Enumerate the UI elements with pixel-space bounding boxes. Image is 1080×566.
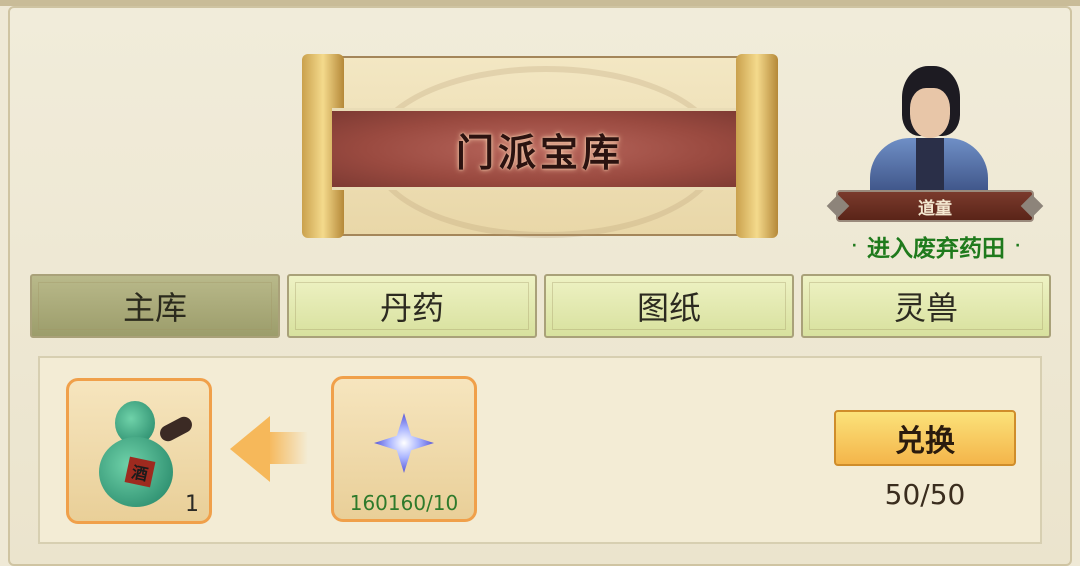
title-ribbon: 门派宝库 [332, 108, 748, 190]
tab-label: 丹药 [379, 289, 444, 327]
enter-abandoned-field-link[interactable]: · 进入废弃药田 · [822, 228, 1050, 264]
tab-label: 主库 [122, 289, 187, 327]
tab-label: 灵兽 [893, 289, 958, 327]
title-banner: 门派宝库 [302, 54, 778, 238]
arrow-head [230, 416, 270, 482]
cost-item-slot[interactable]: 160160/10 [331, 376, 477, 522]
tab-spirit-beasts[interactable]: 灵兽 [801, 274, 1051, 338]
npc-portrait[interactable] [864, 66, 994, 198]
crystal-shape [374, 413, 434, 473]
arrow-left-icon [190, 414, 308, 484]
arrow-shaft [268, 432, 308, 464]
link-dot-right: · [1015, 238, 1021, 254]
npc-face [910, 88, 950, 138]
gourd-icon: 酒 [93, 397, 195, 507]
npc-collar [916, 138, 944, 196]
reward-count: 1 [185, 492, 199, 517]
tab-pills[interactable]: 丹药 [287, 274, 537, 338]
crystal-icon [364, 403, 444, 483]
exchange-button[interactable]: 兑换 [834, 410, 1016, 466]
cost-amount: 160160/10 [349, 491, 459, 515]
exchange-button-label: 兑换 [895, 424, 955, 459]
tab-label: 图纸 [636, 289, 701, 327]
tab-blueprints[interactable]: 图纸 [544, 274, 794, 338]
npc-nameplate: 道童 [836, 190, 1034, 222]
gourd-label: 酒 [124, 456, 156, 488]
enter-link-label: 进入废弃药田 [867, 236, 1005, 262]
tab-main-vault[interactable]: 主库 [30, 274, 280, 338]
exchange-remaining: 50/50 [884, 478, 966, 511]
npc-name: 道童 [918, 198, 952, 219]
link-dot-left: · [851, 238, 857, 254]
page-title: 门派宝库 [455, 130, 624, 175]
